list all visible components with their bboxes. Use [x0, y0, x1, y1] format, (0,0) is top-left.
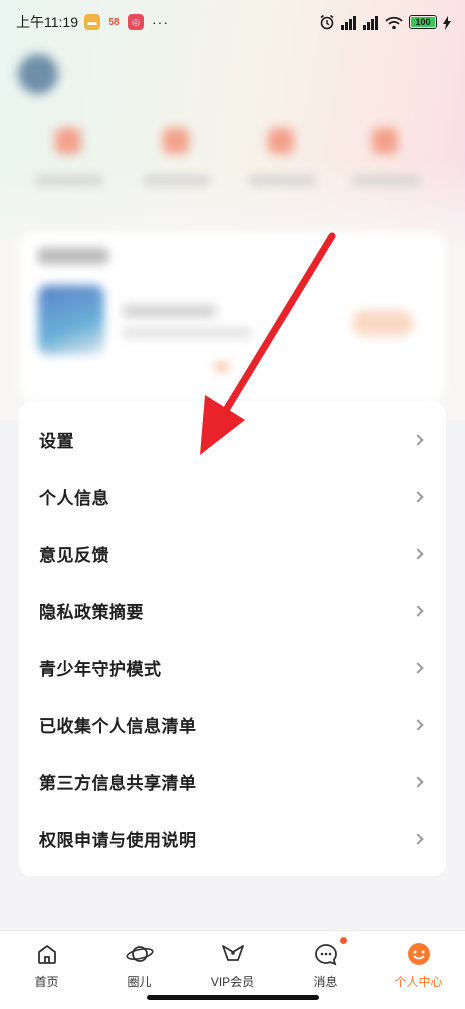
menu-item-youth-mode[interactable]: 青少年守护模式: [19, 639, 446, 696]
chevron-right-icon: [412, 490, 424, 503]
chat-icon: [311, 939, 341, 969]
home-icon: [32, 939, 62, 969]
shortcut-icon: [55, 128, 81, 154]
shortcut-icon: [372, 128, 398, 154]
unread-badge: [340, 937, 347, 944]
continue-button: [352, 310, 414, 336]
battery-icon: 100: [409, 15, 437, 29]
carousel-dot: [215, 364, 229, 370]
menu-item-label: 意见反馈: [39, 546, 109, 565]
menu-item-label: 隐私政策摘要: [39, 603, 144, 622]
bowtie-icon: [218, 939, 248, 969]
book-subtitle: [122, 328, 252, 338]
menu-item-label: 设置: [39, 432, 74, 451]
tab-label: 消息: [313, 975, 338, 989]
menu-item-label: 已收集个人信息清单: [39, 717, 197, 736]
charging-icon: [443, 14, 451, 30]
shortcut-icon: [268, 128, 294, 154]
menu-item-permissions[interactable]: 权限申请与使用说明: [19, 810, 446, 867]
signal-2-icon: [363, 14, 379, 30]
menu-item-settings[interactable]: 设置: [19, 411, 446, 468]
menu-item-collected-info-list[interactable]: 已收集个人信息清单: [19, 696, 446, 753]
menu-item-third-party-sharing[interactable]: 第三方信息共享清单: [19, 753, 446, 810]
shortcut-icon: [163, 128, 189, 154]
menu-item-label: 第三方信息共享清单: [39, 774, 197, 793]
notification-app-icon: ◎: [128, 14, 144, 30]
notification-58-icon: 58: [108, 16, 120, 28]
home-indicator[interactable]: [147, 995, 319, 1000]
alarm-icon: [319, 14, 335, 30]
status-icons: 100: [319, 14, 451, 30]
tab-label: 首页: [34, 975, 59, 989]
chevron-right-icon: [412, 604, 424, 617]
tab-label: 个人中心: [394, 975, 443, 989]
status-bar: 上午11:19 ▬ 58 ◎ ··· 100: [0, 0, 465, 44]
tab-label: VIP会员: [210, 975, 255, 989]
notification-chat-icon: ▬: [84, 14, 100, 30]
smile-icon: [404, 939, 434, 969]
chevron-right-icon: [412, 433, 424, 446]
tab-profile[interactable]: 个人中心: [372, 931, 465, 1009]
wifi-icon: [385, 14, 403, 30]
chevron-right-icon: [412, 775, 424, 788]
avatar: [18, 54, 58, 94]
more-notifications-icon: ···: [152, 14, 169, 30]
chevron-right-icon: [412, 718, 424, 731]
planet-icon: [125, 939, 155, 969]
signal-1-icon: [341, 14, 357, 30]
book-title: [122, 305, 217, 317]
menu-item-personal-info[interactable]: 个人信息: [19, 468, 446, 525]
status-time: 上午11:19: [16, 14, 78, 30]
chevron-right-icon: [412, 661, 424, 674]
menu-item-label: 权限申请与使用说明: [39, 831, 197, 850]
menu-item-label: 青少年守护模式: [39, 660, 162, 679]
tab-label: 圈儿: [127, 975, 152, 989]
chevron-right-icon: [412, 832, 424, 845]
menu-item-feedback[interactable]: 意见反馈: [19, 525, 446, 582]
profile-header-blurred: [0, 0, 465, 420]
tab-home[interactable]: 首页: [0, 931, 93, 1009]
book-cover: [38, 285, 104, 355]
menu-item-label: 个人信息: [39, 489, 109, 508]
history-card-title: [38, 248, 108, 264]
chevron-right-icon: [412, 547, 424, 560]
settings-menu: 设置 个人信息 意见反馈 隐私政策摘要 青少年守护模式 已收集个人信息清单 第三…: [19, 402, 446, 876]
menu-item-privacy-summary[interactable]: 隐私政策摘要: [19, 582, 446, 639]
